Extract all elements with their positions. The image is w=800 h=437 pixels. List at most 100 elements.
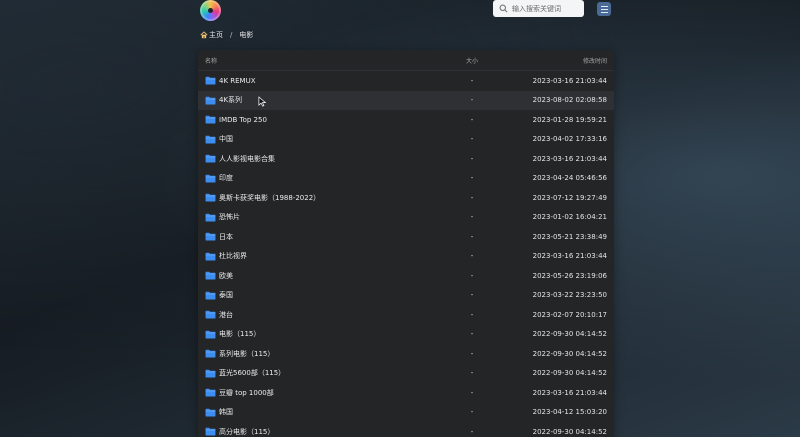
file-name-cell[interactable]: 欧美	[198, 271, 438, 281]
file-name-cell[interactable]: 泰国	[198, 290, 438, 300]
file-name[interactable]: 系列电影（115）	[219, 349, 274, 359]
app-logo[interactable]	[200, 0, 221, 21]
search-input[interactable]	[512, 4, 582, 13]
folder-icon	[205, 232, 216, 241]
file-name[interactable]: 电影（115）	[219, 329, 260, 339]
file-size: -	[470, 388, 474, 397]
file-name[interactable]: 4K REMUX	[219, 77, 256, 85]
file-name-cell[interactable]: 系列电影（115）	[198, 349, 438, 359]
file-size: -	[470, 291, 474, 300]
file-name[interactable]: 泰国	[219, 290, 233, 300]
file-name[interactable]: 港台	[219, 310, 233, 320]
file-name-cell[interactable]: 港台	[198, 310, 438, 320]
file-modified: 2023-04-12 15:03:20	[532, 408, 607, 417]
file-name-cell[interactable]: 高分电影（115）	[198, 427, 438, 437]
file-modified: 2022-09-30 04:14:52	[532, 330, 607, 339]
file-modified: 2023-01-28 19:59:21	[532, 115, 607, 124]
folder-icon	[205, 96, 216, 105]
file-modified: 2022-09-30 04:14:52	[532, 349, 607, 358]
menu-button[interactable]	[597, 2, 611, 16]
file-modified: 2023-05-21 23:38:49	[532, 232, 607, 241]
folder-icon	[205, 388, 216, 397]
file-name-cell[interactable]: 印度	[198, 173, 438, 183]
file-name-cell[interactable]: 4K REMUX	[198, 76, 438, 85]
breadcrumb: 主页 / 电影	[200, 29, 253, 41]
column-size-header[interactable]: 大小	[438, 56, 506, 65]
file-name[interactable]: 欧美	[219, 271, 233, 281]
table-row[interactable]: 泰国 - 2023-03-22 23:23:50	[198, 286, 614, 306]
table-row[interactable]: 日本 - 2023-05-21 23:38:49	[198, 227, 614, 247]
table-row[interactable]: 豆瓣 top 1000部 - 2023-03-16 21:03:44	[198, 383, 614, 403]
file-name[interactable]: 日本	[219, 232, 233, 242]
file-name[interactable]: IMDB Top 250	[219, 116, 267, 124]
file-name[interactable]: 高分电影（115）	[219, 427, 274, 437]
column-name-header[interactable]: 名称	[198, 56, 438, 65]
file-name-cell[interactable]: IMDB Top 250	[198, 115, 438, 124]
file-size: -	[470, 193, 474, 202]
file-modified: 2023-03-22 23:23:50	[532, 291, 607, 300]
file-name-cell[interactable]: 人人影视电影合集	[198, 154, 438, 164]
file-name[interactable]: 4K系列	[219, 95, 242, 105]
search-box[interactable]	[493, 0, 584, 17]
table-row[interactable]: 欧美 - 2023-05-26 23:19:06	[198, 266, 614, 286]
file-list: 4K REMUX - 2023-03-16 21:03:44 4K系列 - 2023-08…	[198, 71, 614, 437]
table-row[interactable]: 恐怖片 - 2023-01-02 16:04:21	[198, 208, 614, 228]
file-name[interactable]: 人人影视电影合集	[219, 154, 275, 164]
folder-icon	[205, 427, 216, 436]
file-size: -	[470, 232, 474, 241]
folder-icon	[205, 213, 216, 222]
breadcrumb-current[interactable]: 电影	[239, 30, 253, 40]
folder-icon	[205, 271, 216, 280]
file-name-cell[interactable]: 韩国	[198, 407, 438, 417]
file-name-cell[interactable]: 日本	[198, 232, 438, 242]
file-name[interactable]: 豆瓣 top 1000部	[219, 388, 274, 398]
folder-icon	[205, 330, 216, 339]
table-row[interactable]: 高分电影（115） - 2022-09-30 04:14:52	[198, 422, 614, 437]
file-name[interactable]: 杜比视界	[219, 251, 247, 261]
table-row[interactable]: 电影（115） - 2022-09-30 04:14:52	[198, 325, 614, 345]
table-row[interactable]: 杜比视界 - 2023-03-16 21:03:44	[198, 247, 614, 267]
file-name[interactable]: 奥斯卡获奖电影（1988-2022）	[219, 193, 320, 203]
column-modified-header[interactable]: 修改时间	[506, 56, 614, 65]
table-row[interactable]: 韩国 - 2023-04-12 15:03:20	[198, 403, 614, 423]
file-name-cell[interactable]: 中国	[198, 134, 438, 144]
file-modified: 2023-02-07 20:10:17	[532, 310, 607, 319]
folder-icon	[205, 369, 216, 378]
table-row[interactable]: 系列电影（115） - 2022-09-30 04:14:52	[198, 344, 614, 364]
folder-icon	[205, 193, 216, 202]
folder-icon	[205, 349, 216, 358]
file-modified: 2022-09-30 04:14:52	[532, 369, 607, 378]
table-row[interactable]: 中国 - 2023-04-02 17:33:16	[198, 130, 614, 150]
file-name-cell[interactable]: 奥斯卡获奖电影（1988-2022）	[198, 193, 438, 203]
home-icon	[200, 31, 208, 39]
file-name-cell[interactable]: 恐怖片	[198, 212, 438, 222]
table-row[interactable]: 人人影视电影合集 - 2023-03-16 21:03:44	[198, 149, 614, 169]
file-name[interactable]: 恐怖片	[219, 212, 240, 222]
file-name[interactable]: 印度	[219, 173, 233, 183]
table-row[interactable]: IMDB Top 250 - 2023-01-28 19:59:21	[198, 110, 614, 130]
file-name-cell[interactable]: 蓝光5600部（115）	[198, 368, 438, 378]
file-size: -	[470, 349, 474, 358]
table-row[interactable]: 印度 - 2023-04-24 05:46:56	[198, 169, 614, 189]
file-name-cell[interactable]: 4K系列	[198, 95, 438, 105]
file-name[interactable]: 中国	[219, 134, 233, 144]
file-size: -	[470, 310, 474, 319]
file-name[interactable]: 蓝光5600部（115）	[219, 368, 285, 378]
file-modified: 2023-03-16 21:03:44	[532, 154, 607, 163]
file-size: -	[470, 427, 474, 436]
file-modified: 2023-08-02 02:08:58	[532, 96, 607, 105]
table-row[interactable]: 4K REMUX - 2023-03-16 21:03:44	[198, 71, 614, 91]
file-name-cell[interactable]: 豆瓣 top 1000部	[198, 388, 438, 398]
file-size: -	[470, 135, 474, 144]
file-modified: 2022-09-30 04:14:52	[532, 427, 607, 436]
file-name-cell[interactable]: 电影（115）	[198, 329, 438, 339]
table-row[interactable]: 蓝光5600部（115） - 2022-09-30 04:14:52	[198, 364, 614, 384]
search-icon	[499, 4, 508, 13]
table-row[interactable]: 港台 - 2023-02-07 20:10:17	[198, 305, 614, 325]
folder-icon	[205, 291, 216, 300]
file-size: -	[470, 76, 474, 85]
table-row[interactable]: 奥斯卡获奖电影（1988-2022） - 2023-07-12 19:27:49	[198, 188, 614, 208]
breadcrumb-home[interactable]: 主页	[209, 30, 223, 40]
file-name[interactable]: 韩国	[219, 407, 233, 417]
file-name-cell[interactable]: 杜比视界	[198, 251, 438, 261]
